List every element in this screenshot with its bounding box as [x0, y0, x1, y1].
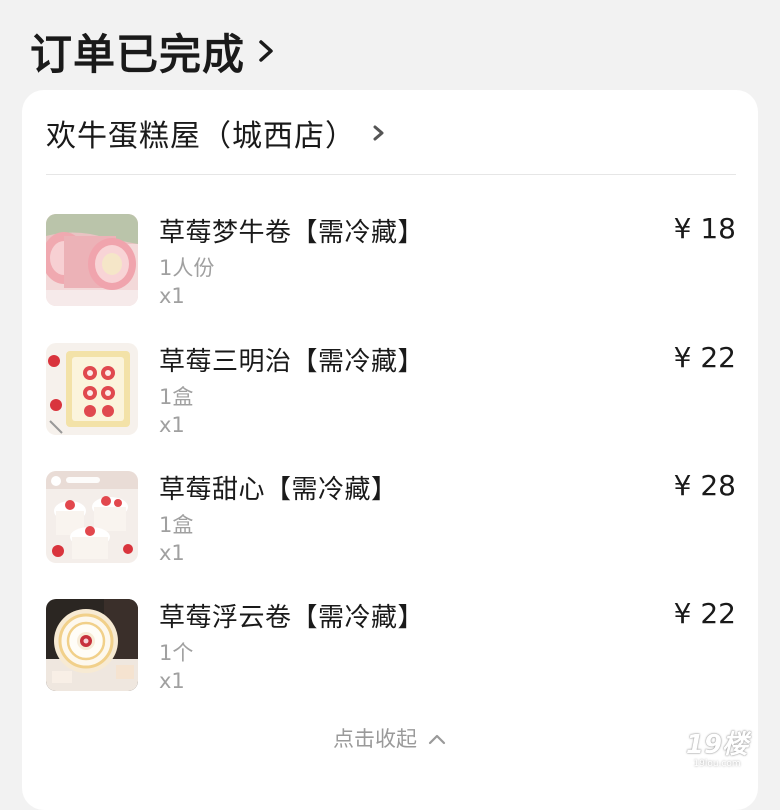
site-watermark: 19楼 19lou.com [682, 731, 752, 773]
strawberry-cloud-roll-image [46, 599, 138, 691]
item-price: ¥ 18 [673, 212, 736, 245]
order-item[interactable]: 草莓甜心【需冷藏】 1盒 x1 ¥ 28 [46, 469, 736, 571]
collapse-label: 点击收起 [333, 727, 417, 751]
divider [46, 174, 736, 175]
strawberry-sandwich-image [46, 343, 138, 435]
item-price: ¥ 28 [673, 469, 736, 502]
item-quantity: x1 [159, 284, 185, 308]
item-price: ¥ 22 [673, 341, 736, 374]
order-status-title: 订单已完成 [30, 29, 246, 79]
pink-swiss-roll-image [46, 214, 138, 306]
strawberry-sweetheart-cups-image [46, 471, 138, 563]
item-spec: 1盒 [159, 385, 194, 409]
item-spec: 1人份 [159, 256, 215, 280]
item-name: 草莓三明治【需冷藏】 [159, 347, 425, 377]
order-item[interactable]: 草莓梦牛卷【需冷藏】 1人份 x1 ¥ 18 [46, 212, 736, 314]
order-status-header[interactable]: 订单已完成 [30, 20, 279, 82]
item-quantity: x1 [159, 413, 185, 437]
watermark-domain-text: 19lou.com [693, 759, 741, 769]
item-spec: 1盒 [159, 513, 194, 537]
chevron-right-icon [370, 119, 388, 147]
item-spec: 1个 [159, 641, 194, 665]
order-card: 欢牛蛋糕屋（城西店） 草莓梦牛卷【需冷藏】 1人份 x1 ¥ 18 草莓三明治【… [22, 90, 758, 810]
order-item[interactable]: 草莓三明治【需冷藏】 1盒 x1 ¥ 22 [46, 341, 736, 443]
item-name: 草莓梦牛卷【需冷藏】 [159, 218, 425, 248]
chevron-right-icon [255, 31, 279, 71]
store-name: 欢牛蛋糕屋（城西店） [46, 119, 356, 154]
collapse-button[interactable]: 点击收起 [22, 720, 758, 756]
item-name: 草莓浮云卷【需冷藏】 [159, 603, 425, 633]
watermark-logo-text: 19楼 [685, 730, 749, 760]
item-quantity: x1 [159, 541, 185, 565]
store-link[interactable]: 欢牛蛋糕屋（城西店） [46, 108, 388, 158]
item-price: ¥ 22 [673, 597, 736, 630]
item-name: 草莓甜心【需冷藏】 [159, 475, 398, 505]
item-quantity: x1 [159, 669, 185, 693]
chevron-up-icon [427, 731, 447, 745]
order-item[interactable]: 草莓浮云卷【需冷藏】 1个 x1 ¥ 22 [46, 597, 736, 699]
